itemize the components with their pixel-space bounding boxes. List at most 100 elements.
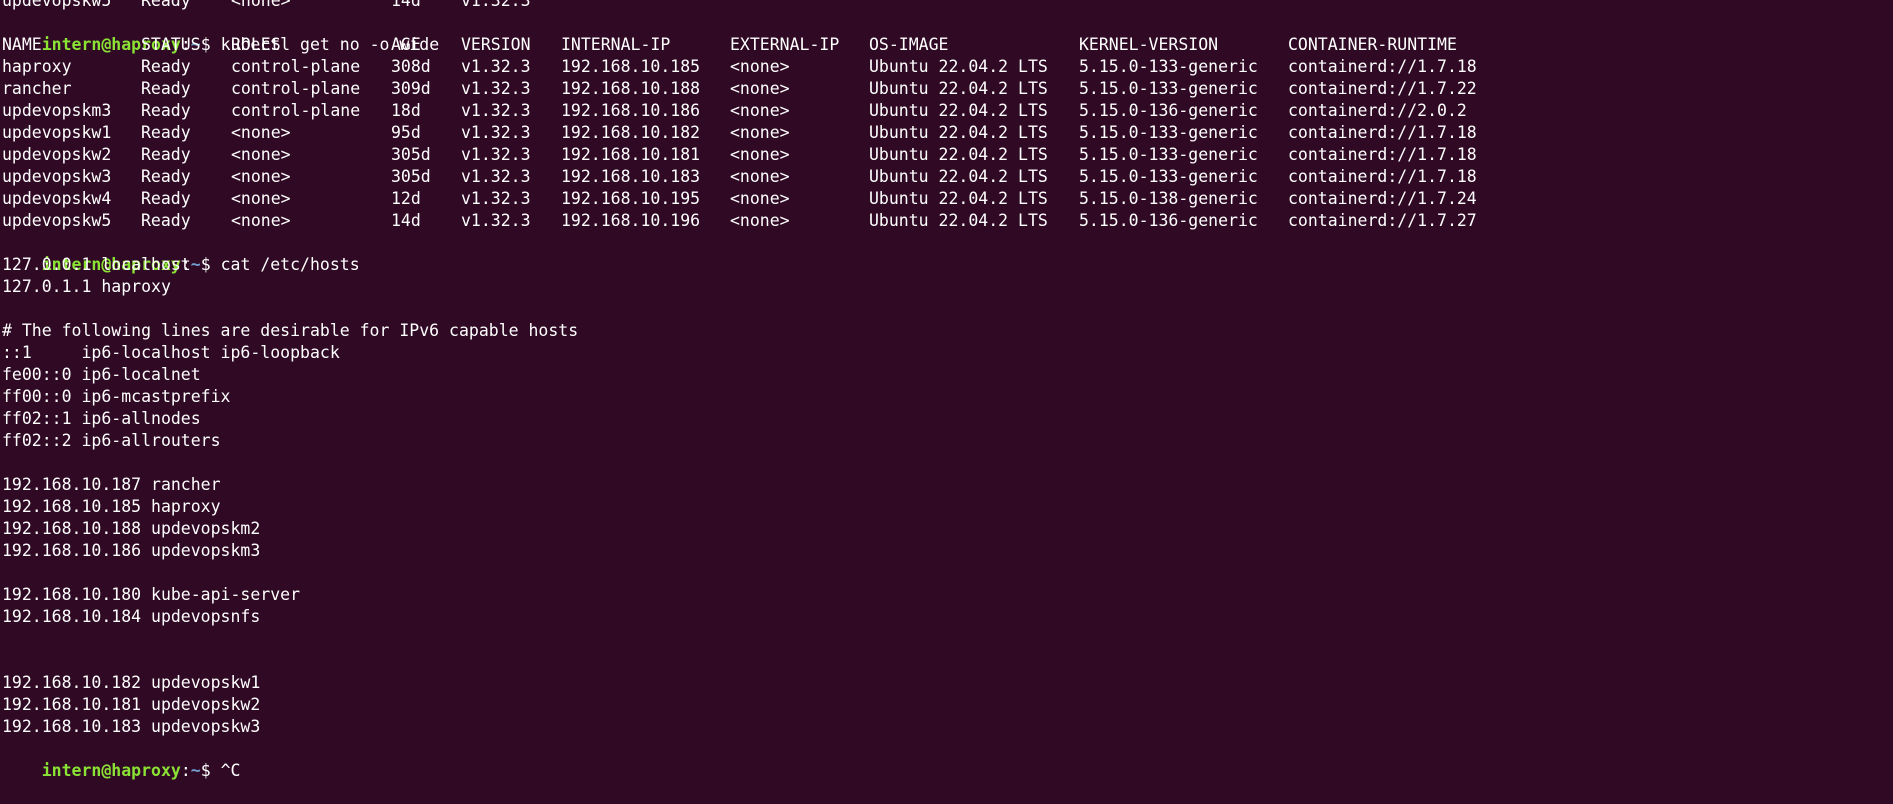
prompt-user-host: intern@haproxy (41, 761, 181, 780)
table-header-cell: KERNEL-VERSION (1079, 35, 1219, 54)
table-cell: Ready (141, 57, 191, 76)
table-cell: 14d (391, 0, 421, 10)
table-cell: 5.15.0-133-generic (1079, 79, 1258, 98)
table-cell: 5.15.0-133-generic (1079, 167, 1258, 186)
table-cell: haproxy (2, 57, 72, 76)
table-cell: updevopskm3 (2, 101, 112, 120)
table-cell: 192.168.10.185 (561, 57, 701, 76)
table-cell: Ubuntu 22.04.2 LTS (869, 211, 1048, 230)
table-cell: v1.32.3 (461, 79, 531, 98)
table-cell: containerd://1.7.18 (1288, 57, 1477, 76)
table-cell: Ubuntu 22.04.2 LTS (869, 101, 1048, 120)
table-cell: Ubuntu 22.04.2 LTS (869, 57, 1048, 76)
table-cell: 5.15.0-133-generic (1079, 145, 1258, 164)
table-header-cell: VERSION (461, 35, 531, 54)
hosts-line: 192.168.10.184 updevopsnfs (2, 607, 261, 626)
table-cell: Ready (141, 79, 191, 98)
table-cell: <none> (730, 167, 790, 186)
table-cell: 305d (391, 167, 431, 186)
table-cell: 305d (391, 145, 431, 164)
table-cell: updevopskw4 (2, 189, 112, 208)
table-cell: 308d (391, 57, 431, 76)
table-cell: updevopskw2 (2, 145, 112, 164)
table-cell: control-plane (231, 101, 361, 120)
table-cell: Ready (141, 101, 191, 120)
table-cell: control-plane (231, 79, 361, 98)
command-line-kubectl: intern@haproxy:~$ kubectl get no -o wide (2, 12, 1892, 54)
table-cell: 95d (391, 123, 421, 142)
hosts-line: 192.168.10.180 kube-api-server (2, 585, 301, 604)
table-cell: Ready (141, 145, 191, 164)
hosts-line: 127.0.0.1 localhost (2, 255, 191, 274)
nodes-table: NAME STATUS ROLES AGE VERSION INTERNAL-IP EXTE… (2, 34, 1892, 232)
hosts-line: # The following lines are desirable for … (2, 321, 579, 340)
table-cell: v1.32.3 (461, 0, 531, 10)
table-cell: <none> (231, 0, 291, 10)
hosts-line: 192.168.10.188 updevopskm2 (2, 519, 261, 538)
table-row: updevopskw3 Ready <none> 305d v1.32.3 192.168… (2, 166, 1892, 188)
table-cell: <none> (231, 123, 291, 142)
table-cell: 5.15.0-136-generic (1079, 211, 1258, 230)
table-cell: v1.32.3 (461, 189, 531, 208)
table-header-cell: EXTERNAL-IP (730, 35, 840, 54)
table-header-cell: NAME (2, 35, 42, 54)
table-header-cell: ROLES (231, 35, 281, 54)
partial-table-row: updevopskw5 Ready <none> 14d v1.32.3 (2, 0, 1892, 12)
table-cell: <none> (730, 145, 790, 164)
table-cell: updevopskw5 (2, 211, 112, 230)
table-cell: Ready (141, 167, 191, 186)
hosts-line: 192.168.10.186 updevopskm3 (2, 541, 261, 560)
hosts-line: 192.168.10.182 updevopskw1 (2, 673, 261, 692)
table-cell: 192.168.10.186 (561, 101, 701, 120)
hosts-file-output: 127.0.0.1 localhost 127.0.1.1 haproxy # Th… (2, 254, 1892, 738)
table-row: updevopskw5 Ready <none> 14d v1.32.3 192.168.… (2, 210, 1892, 232)
hosts-line: ff00::0 ip6-mcastprefix (2, 387, 231, 406)
hosts-line (2, 650, 1892, 672)
table-row: haproxy Ready control-plane 308d v1.32.3 192.… (2, 56, 1892, 78)
table-cell: containerd://1.7.22 (1288, 79, 1477, 98)
terminal-output[interactable]: updevopskw5 Ready <none> 14d v1.32.3 int… (2, 0, 1892, 780)
table-cell: <none> (730, 79, 790, 98)
table-cell: containerd://1.7.18 (1288, 123, 1477, 142)
table-cell: Ready (141, 123, 191, 142)
table-cell: Ready (141, 189, 191, 208)
table-row: rancher Ready control-plane 309d v1.32.3 192.… (2, 78, 1892, 100)
hosts-line: 127.0.1.1 haproxy (2, 277, 171, 296)
table-cell: v1.32.3 (461, 145, 531, 164)
table-cell: 5.15.0-133-generic (1079, 123, 1258, 142)
hosts-line (2, 298, 1892, 320)
table-row: updevopskw1 Ready <none> 95d v1.32.3 192.168.… (2, 122, 1892, 144)
command-line-current[interactable]: intern@haproxy:~$ ^C (2, 738, 1892, 780)
hosts-line (2, 452, 1892, 474)
prompt-symbol: $ (200, 761, 221, 780)
table-cell: <none> (730, 189, 790, 208)
table-cell: v1.32.3 (461, 123, 531, 142)
table-cell: <none> (730, 211, 790, 230)
table-cell: 14d (391, 211, 421, 230)
table-cell: 192.168.10.183 (561, 167, 701, 186)
table-cell: updevopskw1 (2, 123, 112, 142)
table-cell: 12d (391, 189, 421, 208)
table-cell: 192.168.10.181 (561, 145, 701, 164)
table-cell: updevopskw3 (2, 167, 112, 186)
table-cell: 192.168.10.188 (561, 79, 701, 98)
table-cell: Ready (141, 211, 191, 230)
table-cell: Ubuntu 22.04.2 LTS (869, 189, 1048, 208)
table-cell: v1.32.3 (461, 101, 531, 120)
table-cell: 192.168.10.182 (561, 123, 701, 142)
table-cell: Ubuntu 22.04.2 LTS (869, 145, 1048, 164)
table-row: updevopskm3 Ready control-plane 18d v1.32.3 1… (2, 100, 1892, 122)
hosts-line: 192.168.10.187 rancher (2, 475, 221, 494)
table-cell: <none> (231, 189, 291, 208)
hosts-line: ff02::2 ip6-allrouters (2, 431, 221, 450)
table-cell: containerd://1.7.24 (1288, 189, 1477, 208)
table-header-cell: OS-IMAGE (869, 35, 949, 54)
hosts-line: 192.168.10.185 haproxy (2, 497, 221, 516)
table-header-cell: INTERNAL-IP (561, 35, 671, 54)
hosts-line: 192.168.10.183 updevopskw3 (2, 717, 261, 736)
table-header-cell: CONTAINER-RUNTIME (1288, 35, 1457, 54)
table-cell: Ubuntu 22.04.2 LTS (869, 167, 1048, 186)
hosts-line (2, 562, 1892, 584)
hosts-line: fe00::0 ip6-localnet (2, 365, 201, 384)
table-cell: 5.15.0-138-generic (1079, 189, 1258, 208)
